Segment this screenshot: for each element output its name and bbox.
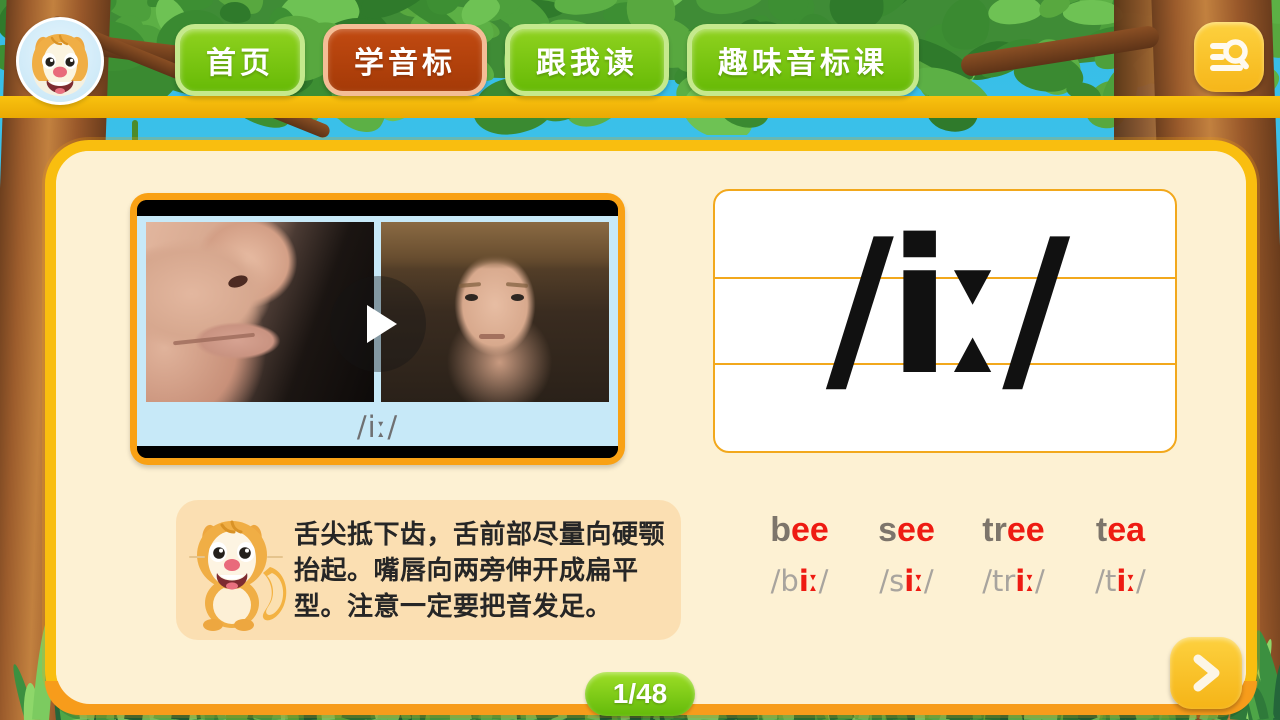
word-highlight: ee — [790, 511, 829, 549]
ipa-text-tree: /triː/ — [960, 564, 1067, 598]
header-gold-bar — [0, 96, 1280, 118]
word-cell-tea[interactable]: tea — [1067, 511, 1174, 550]
video-caption: /iː/ — [356, 410, 399, 444]
ipa-highlight: iː — [1116, 564, 1137, 598]
word-text-see: see — [853, 511, 960, 550]
eye-right — [510, 294, 524, 301]
mouth-front-shape — [479, 333, 506, 339]
ipa-cell-tea: /tiː/ — [1067, 550, 1174, 598]
app-header: 首页 学音标 跟我读 趣味音标课 — [0, 0, 1280, 118]
word-cell-see[interactable]: see — [853, 511, 960, 550]
main-nav: 首页 学音标 跟我读 趣味音标课 — [175, 24, 919, 96]
word-text-tree: tree — [960, 511, 1067, 550]
ipa-prefix: /t — [1095, 564, 1117, 598]
chevron-right-icon — [1193, 654, 1220, 692]
word-text-bee: bee — [746, 511, 853, 550]
ipa-highlight: iː — [904, 564, 924, 598]
word-highlight: ea — [1107, 511, 1146, 549]
next-button[interactable] — [1170, 637, 1242, 709]
ipa-suffix: / — [923, 564, 934, 598]
play-button[interactable] — [329, 275, 426, 372]
nav-item-fun-phonetics-class[interactable]: 趣味音标课 — [687, 24, 919, 96]
video-screen: /iː/ — [137, 200, 618, 458]
word-row: bee see tree tea — [746, 511, 1176, 550]
ipa-suffix: / — [1136, 564, 1146, 598]
ipa-text-bee: /biː/ — [746, 564, 853, 598]
tip-text: 舌尖抵下齿，舌前部尽量向硬颚抬起。嘴唇向两旁伸开成扁平型。注意一定要把音发足。 — [294, 519, 666, 621]
nav-item-read-with-me[interactable]: 跟我读 — [505, 24, 669, 96]
word-prefix: tr — [982, 511, 1007, 549]
word-cell-tree[interactable]: tree — [960, 511, 1067, 550]
play-icon — [366, 304, 397, 343]
chipmunk-teacher-icon — [189, 520, 287, 631]
pronunciation-tip-box: 舌尖抵下齿，舌前部尽量向硬颚抬起。嘴唇向两旁伸开成扁平型。注意一定要把音发足。 — [176, 500, 681, 640]
video-player[interactable]: /iː/ — [130, 193, 625, 465]
ipa-cell-bee: /biː/ — [746, 550, 853, 598]
word-text-tea: tea — [1067, 511, 1174, 550]
word-prefix: t — [1095, 511, 1108, 549]
word-prefix: s — [878, 511, 898, 549]
ipa-text-see: /siː/ — [853, 564, 960, 598]
nav-item-home[interactable]: 首页 — [175, 24, 305, 96]
ipa-suffix: / — [818, 564, 829, 598]
nav-item-learn-phonetics[interactable]: 学音标 — [323, 24, 487, 96]
ipa-text-tea: /tiː/ — [1067, 564, 1174, 598]
ipa-prefix: /b — [770, 564, 799, 598]
tip-mascot — [182, 507, 290, 633]
ipa-highlight: iː — [1015, 564, 1035, 598]
hair-shape — [381, 222, 609, 269]
search-button[interactable] — [1194, 22, 1264, 92]
video-letterbox-bottom — [137, 446, 618, 458]
avatar[interactable] — [16, 17, 104, 105]
chipmunk-avatar-icon — [32, 34, 88, 96]
lesson-panel-inner: /iː/ /iː/ 舌尖抵下齿，舌前部尽量向硬颚抬起。嘴唇向两旁伸开成扁平型。注… — [56, 151, 1246, 704]
example-words: bee see tree tea /biː/ /siː/ /triː/ /tiː… — [746, 511, 1176, 598]
phonetic-symbol: /iː/ — [825, 199, 1070, 416]
list-search-icon — [1210, 39, 1249, 71]
video-letterbox-top — [137, 200, 618, 216]
word-highlight: ee — [1006, 511, 1045, 549]
ipa-highlight: iː — [798, 564, 819, 598]
ipa-suffix: / — [1035, 564, 1045, 598]
ipa-prefix: /tr — [982, 564, 1016, 598]
phonetic-copybook-card: /iː/ — [713, 189, 1177, 453]
page-counter: 1/48 — [585, 672, 695, 716]
word-cell-bee[interactable]: bee — [746, 511, 853, 550]
lesson-panel: /iː/ /iː/ 舌尖抵下齿，舌前部尽量向硬颚抬起。嘴唇向两旁伸开成扁平型。注… — [45, 140, 1257, 715]
word-prefix: b — [770, 511, 791, 549]
ipa-cell-see: /siː/ — [853, 550, 960, 598]
ipa-cell-tree: /triː/ — [960, 550, 1067, 598]
ipa-row: /biː/ /siː/ /triː/ /tiː/ — [746, 550, 1176, 598]
word-highlight: ee — [897, 511, 935, 549]
ipa-prefix: /s — [879, 564, 905, 598]
